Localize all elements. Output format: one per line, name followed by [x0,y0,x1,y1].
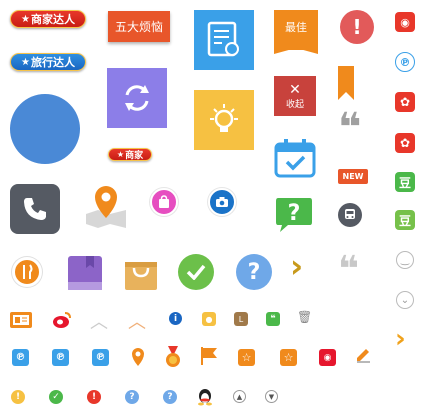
weibo-icon[interactable]: ◉ [395,12,415,32]
question-bubble-icon[interactable]: ? [274,196,314,234]
lightbulb-icon [210,104,238,132]
chevron-right-icon-large[interactable]: › [290,248,303,284]
chevron-up-icon[interactable]: ︿ [90,308,108,334]
weibo-icon-small[interactable] [52,311,72,329]
pinterest-icon-b[interactable]: ℗ [52,349,69,366]
bulb-icon-small[interactable]: ● [202,312,216,326]
five-worries-text: 五大烦恼 [114,20,163,34]
question-icon-small[interactable]: ? [125,390,139,404]
merchant-label: 商家 [125,151,144,161]
svg-text:?: ? [288,201,301,226]
quote-icon-grey: ❝ [338,249,360,290]
new-label: NEW [342,172,364,181]
best-ribbon: 最佳 [274,10,318,50]
pinterest-icon[interactable]: ℗ [395,52,415,72]
edit-icon[interactable] [355,347,371,363]
certificate-tile[interactable] [194,10,254,70]
id-card-icon [10,312,32,328]
flower-icon-2[interactable]: ✿ [395,133,415,153]
star-icon: ★ [21,13,30,25]
star-icon-orange-2[interactable]: ☆ [280,349,297,366]
ribbon-tail [274,46,318,54]
restaurant-badge[interactable] [12,257,42,287]
star-icon: ★ [21,56,30,68]
travel-expert-label: 旅行达人 [30,56,75,69]
flag-icon[interactable] [200,346,218,366]
location-map-icon[interactable] [84,184,128,230]
triangle-down-icon[interactable]: ▼ [265,390,278,403]
phone-icon [24,198,46,220]
calendar-check-icon [274,139,316,178]
calendar-check-tile[interactable] [274,138,316,178]
chevron-down-icon[interactable]: ⌄ [396,291,414,309]
lightbulb-tile[interactable] [194,90,254,150]
pinterest-icon-a[interactable]: ℗ [12,349,29,366]
merchant-expert-badge: ★ 商家达人 [10,10,86,28]
check-icon[interactable] [178,254,214,290]
location-pin-icon[interactable] [130,347,146,367]
qq-penguin-icon[interactable] [197,388,213,406]
smiley-icon[interactable]: ‿ [396,251,414,269]
camera-badge[interactable] [208,188,236,216]
quote-icon: ❝ [338,105,362,151]
question-icon-small-2[interactable]: ? [163,390,177,404]
bus-icon [345,209,355,219]
exclamation-icon: ! [352,15,362,39]
travel-expert-badge: ★ 旅行达人 [10,53,86,71]
triangle-up-icon[interactable]: ▲ [233,390,246,403]
check-icon-small[interactable]: ✓ [49,390,63,404]
star-icon-orange[interactable]: ☆ [238,349,255,366]
bag-icon [159,195,169,208]
close-icon: ✕ [289,81,301,98]
shopping-bag-icon[interactable] [122,254,160,292]
collapse-button[interactable]: ✕ 收起 [274,76,316,116]
warning-icon-small[interactable]: ! [11,390,25,404]
question-icon[interactable]: ? [236,254,272,290]
chevron-up-icon-orange[interactable]: ︿ [128,308,146,334]
five-worries-label: 五大烦恼 [108,11,170,42]
camera-icon [216,197,228,207]
book-icon[interactable] [66,254,104,292]
collapse-label: 收起 [285,99,304,110]
phone-tile[interactable] [10,184,60,234]
merchant-expert-label: 商家达人 [30,13,75,26]
bag-badge[interactable] [150,188,178,216]
clock-icon-small[interactable]: L [234,312,248,326]
trash-icon[interactable]: 🗑 [297,310,312,324]
warning-badge: ! [340,10,374,44]
certificate-icon [207,21,239,57]
refresh-tile[interactable] [107,68,167,128]
weibo-icon-red[interactable]: ◉ [319,349,336,366]
exclamation-icon-small[interactable]: ! [87,390,101,404]
pinterest-icon-c[interactable]: ℗ [92,349,109,366]
medal-icon[interactable] [164,346,182,368]
douban-icon-2[interactable]: 豆 [395,210,415,230]
best-label: 最佳 [285,21,307,34]
fork-knife-icon [23,264,33,279]
star-icon: ★ [116,150,125,159]
quote-icon-small[interactable]: ❝ [266,312,280,326]
new-badge: NEW [338,169,368,184]
info-icon[interactable]: i [169,312,182,325]
bus-badge[interactable] [338,203,362,227]
refresh-icon [125,85,149,111]
chevron-right-icon[interactable]: › [395,324,406,354]
merchant-badge: ★ 商家 [108,148,152,161]
flower-icon[interactable]: ✿ [395,92,415,112]
bookmark-icon [338,66,354,100]
circle-icon [10,94,80,164]
douban-icon[interactable]: 豆 [395,172,415,192]
